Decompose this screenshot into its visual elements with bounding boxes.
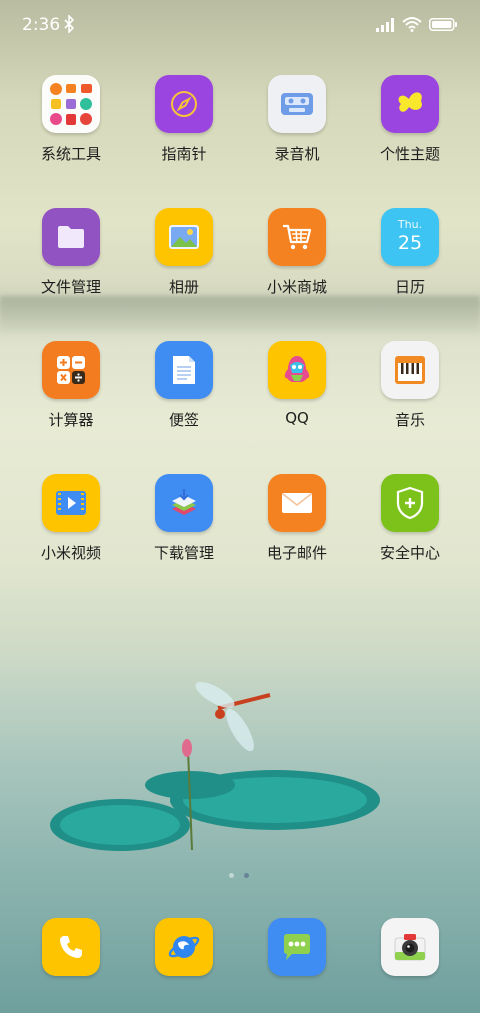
folder-icon — [42, 208, 100, 266]
wifi-icon — [402, 17, 422, 32]
cart-icon — [268, 208, 326, 266]
browser-icon — [155, 918, 213, 976]
folder-grid-icon — [42, 75, 100, 133]
phone-icon — [42, 918, 100, 976]
dock-messages[interactable] — [247, 918, 347, 976]
recorder-icon — [268, 75, 326, 133]
app-label: 电子邮件 — [266, 544, 327, 562]
app-label: QQ — [285, 409, 309, 427]
app-calendar[interactable]: Thu. 25 日历 — [360, 208, 460, 297]
qq-icon — [268, 341, 326, 399]
app-label: 安全中心 — [379, 544, 440, 562]
messages-icon — [268, 918, 326, 976]
butterfly-icon — [381, 75, 439, 133]
app-label: 计算器 — [48, 411, 94, 429]
dock-browser[interactable] — [134, 918, 234, 976]
app-label: 指南针 — [161, 145, 207, 163]
app-mi-store[interactable]: 小米商城 — [247, 208, 347, 297]
app-label: 日历 — [394, 278, 425, 296]
calendar-day: Thu. — [397, 218, 423, 231]
app-gallery[interactable]: 相册 — [134, 208, 234, 297]
app-label: 小米商城 — [266, 278, 327, 296]
calendar-date: 25 — [397, 232, 423, 254]
wallpaper-horizon — [0, 296, 480, 332]
bluetooth-icon — [64, 15, 75, 33]
status-time: 2:36 — [22, 15, 61, 35]
shield-icon — [381, 474, 439, 532]
app-downloads[interactable]: 下载管理 — [134, 474, 234, 563]
app-file-manager[interactable]: 文件管理 — [21, 208, 121, 297]
page-dot-active[interactable] — [244, 873, 249, 878]
calendar-icon: Thu. 25 — [381, 208, 439, 266]
app-mi-video[interactable]: 小米视频 — [21, 474, 121, 563]
app-recorder[interactable]: 录音机 — [247, 75, 347, 164]
app-music[interactable]: 音乐 — [360, 341, 460, 430]
status-bar: 2:36 — [0, 0, 480, 52]
app-label: 文件管理 — [40, 278, 101, 296]
mail-icon — [268, 474, 326, 532]
app-label: 相册 — [168, 278, 199, 296]
dock-phone[interactable] — [21, 918, 121, 976]
download-icon — [155, 474, 213, 532]
app-security[interactable]: 安全中心 — [360, 474, 460, 563]
video-icon — [42, 474, 100, 532]
app-email[interactable]: 电子邮件 — [247, 474, 347, 563]
camera-icon — [381, 918, 439, 976]
app-calculator[interactable]: 计算器 — [21, 341, 121, 430]
app-label: 录音机 — [274, 145, 320, 163]
app-label: 系统工具 — [40, 145, 101, 163]
app-system-tools[interactable]: 系统工具 — [21, 75, 121, 164]
note-icon — [155, 341, 213, 399]
signal-icon — [376, 18, 394, 32]
app-label: 小米视频 — [40, 544, 101, 562]
app-label: 便签 — [168, 411, 199, 429]
app-label: 下载管理 — [153, 544, 214, 562]
compass-icon — [155, 75, 213, 133]
wallpaper-lotus — [50, 682, 380, 851]
piano-icon — [381, 341, 439, 399]
gallery-icon — [155, 208, 213, 266]
app-qq[interactable]: QQ — [247, 341, 347, 427]
app-themes[interactable]: 个性主题 — [360, 75, 460, 164]
battery-icon — [429, 18, 457, 31]
app-label: 个性主题 — [379, 145, 440, 163]
app-notes[interactable]: 便签 — [134, 341, 234, 430]
calculator-icon — [42, 341, 100, 399]
dock-camera[interactable] — [360, 918, 460, 976]
page-indicator[interactable] — [229, 873, 253, 879]
app-compass[interactable]: 指南针 — [134, 75, 234, 164]
page-dot[interactable] — [229, 873, 234, 878]
app-label: 音乐 — [394, 411, 425, 429]
